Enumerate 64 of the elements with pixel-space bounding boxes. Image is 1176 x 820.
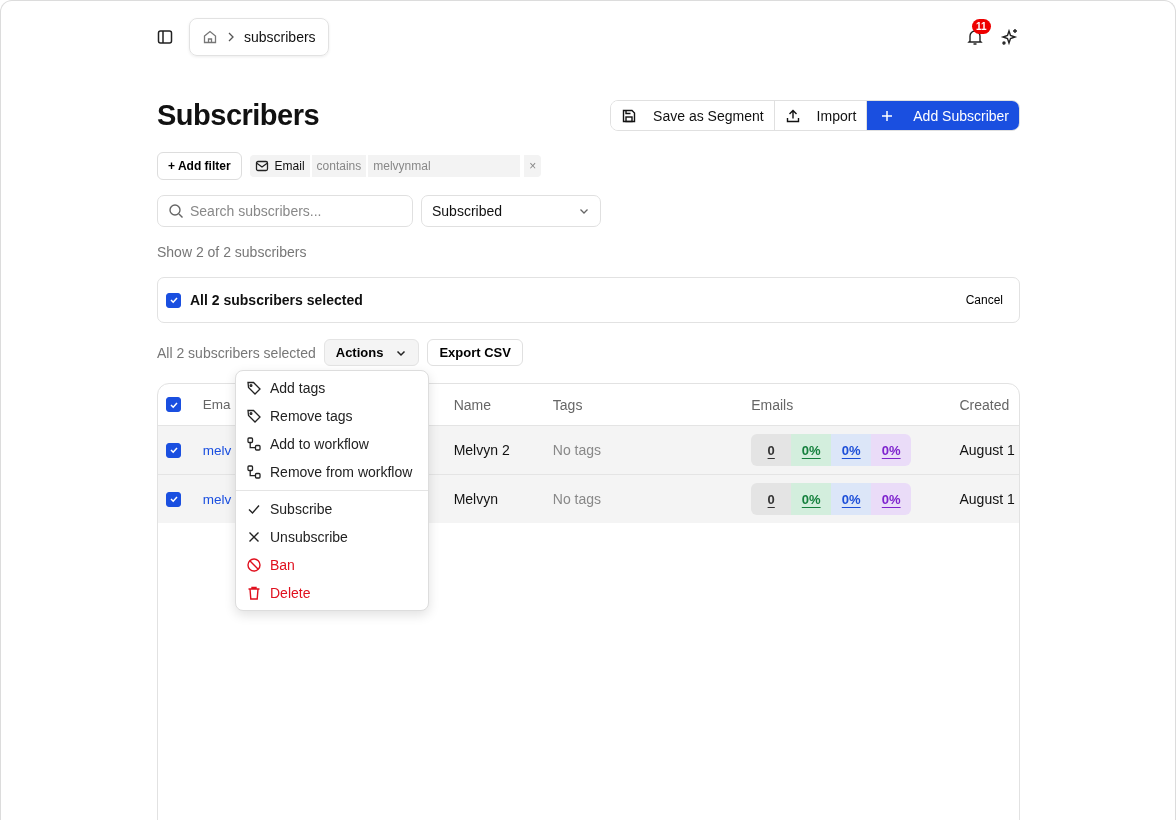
email-stat[interactable]: 0 xyxy=(751,483,792,515)
notification-badge: 11 xyxy=(972,18,991,34)
export-csv-button[interactable]: Export CSV xyxy=(427,339,523,366)
menu-item[interactable]: Remove tags xyxy=(236,402,428,430)
menu-item[interactable]: Delete xyxy=(236,579,428,607)
cancel-button[interactable]: Cancel xyxy=(957,289,1011,311)
selection-text: All 2 subscribers selected xyxy=(157,344,316,361)
email-stat[interactable]: 0% xyxy=(791,483,832,515)
menu-item[interactable]: Unsubscribe xyxy=(236,523,428,551)
table-cell: Melvyn xyxy=(453,491,498,507)
menu-item[interactable]: Add to workflow xyxy=(236,430,428,458)
chevron-right-icon xyxy=(227,31,235,42)
email-stat[interactable]: 0% xyxy=(831,434,872,466)
actions-button[interactable]: Actions xyxy=(323,339,420,366)
column-header: Created xyxy=(959,396,1010,413)
column-header: Name xyxy=(453,396,491,413)
table-cell: August 1 xyxy=(959,442,1015,458)
primary-button[interactable]: Add Subscriber xyxy=(866,101,1019,130)
mail-icon xyxy=(254,159,269,173)
select-all-checkbox[interactable] xyxy=(166,292,181,308)
table-cell: No tags xyxy=(552,491,602,507)
workflow-icon xyxy=(246,464,262,480)
row-checkbox[interactable] xyxy=(166,442,181,458)
email-stat[interactable]: 0% xyxy=(871,434,912,466)
ban-icon xyxy=(246,557,262,573)
row-checkbox[interactable] xyxy=(166,491,181,507)
menu-item[interactable]: Add tags xyxy=(236,374,428,402)
result-count: Show 2 of 2 subscribers xyxy=(157,244,308,260)
header-checkbox[interactable] xyxy=(166,397,181,412)
table-cell: Melvyn 2 xyxy=(453,442,510,458)
sparkle-icon[interactable] xyxy=(1000,26,1020,47)
email-stat[interactable]: 0 xyxy=(751,434,792,466)
workflow-icon xyxy=(246,436,262,452)
column-header: Tags xyxy=(552,396,583,413)
status-dropdown[interactable]: Subscribed xyxy=(421,195,601,227)
email-stat[interactable]: 0% xyxy=(871,483,912,515)
email-stat[interactable]: 0% xyxy=(831,483,872,515)
breadcrumb-current[interactable]: subscribers xyxy=(244,28,316,45)
check-icon xyxy=(168,445,179,455)
email-link[interactable]: melv xyxy=(202,491,232,507)
check-icon xyxy=(168,494,179,504)
email-link[interactable]: melv xyxy=(202,442,232,458)
search-field[interactable]: Search subscribers... xyxy=(157,195,413,227)
column-header: Emails xyxy=(751,396,794,413)
sidebar-toggle-icon[interactable] xyxy=(157,28,173,45)
tag-icon xyxy=(246,380,262,396)
check-icon xyxy=(168,295,179,305)
menu-item[interactable]: Ban xyxy=(236,551,428,579)
menu-item[interactable]: Subscribe xyxy=(236,495,428,523)
upload-icon xyxy=(784,107,801,124)
selection-text: All 2 subscribers selected xyxy=(190,292,363,308)
menu-item[interactable]: Remove from workflow xyxy=(236,458,428,486)
table-cell: No tags xyxy=(552,442,602,458)
page-title: Subscribers xyxy=(157,99,320,132)
save-icon xyxy=(621,107,638,124)
email-stat[interactable]: 0% xyxy=(791,434,832,466)
table-cell: August 1 xyxy=(959,491,1015,507)
add-filter-button[interactable]: + Add filter xyxy=(157,152,242,180)
filter-field[interactable]: Email xyxy=(249,155,310,177)
column-header: Ema xyxy=(202,397,231,412)
trash-icon xyxy=(246,585,262,601)
search-icon xyxy=(168,203,184,219)
tag-icon xyxy=(246,408,262,424)
home-icon[interactable] xyxy=(202,28,218,45)
